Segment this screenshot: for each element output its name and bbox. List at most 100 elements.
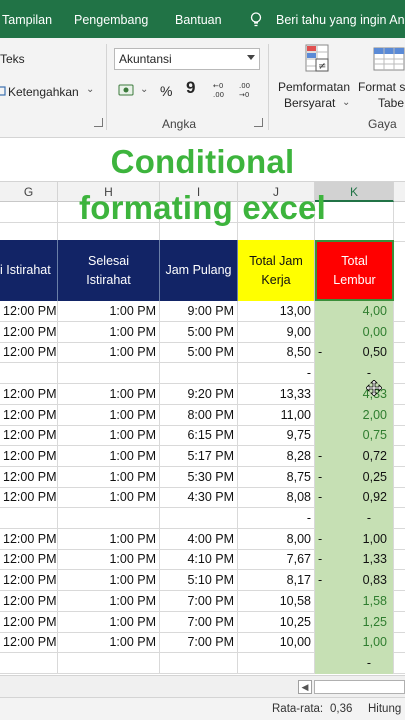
cell-jam-pulang[interactable]: 4:30 PM — [160, 487, 238, 509]
cell-total-lembur[interactable]: - — [315, 363, 394, 385]
cell-mulai-istirahat[interactable]: 12:00 PM — [0, 528, 58, 550]
cell-selesai-istirahat[interactable] — [58, 508, 160, 529]
cell-selesai-istirahat[interactable]: 1:00 PM — [58, 445, 160, 467]
cell-selesai-istirahat[interactable]: 1:00 PM — [58, 383, 160, 405]
format-as-table-label[interactable]: Format s — [358, 80, 405, 94]
cell-jam-pulang[interactable]: 7:00 PM — [160, 632, 238, 654]
header-total-lembur[interactable]: Total Lembur — [315, 240, 394, 301]
header-selesai-istirahat[interactable]: Selesai Istirahat — [58, 240, 160, 301]
horizontal-scrollbar[interactable] — [314, 680, 405, 694]
cell-total-lembur[interactable]: 1,58 — [315, 590, 394, 612]
merge-dropdown-icon[interactable]: ⌄ — [86, 84, 94, 95]
wrap-text-button[interactable]: Teks — [0, 52, 25, 66]
format-as-table-label-2[interactable]: Tabe — [378, 96, 404, 110]
cell-mulai-istirahat[interactable]: 12:00 PM — [0, 321, 58, 343]
cell-total-lembur[interactable]: - 0,50 — [315, 342, 394, 364]
cell-selesai-istirahat[interactable]: 1:00 PM — [58, 611, 160, 633]
format-as-table-icon[interactable] — [372, 46, 405, 74]
cell-jam-pulang[interactable]: 5:00 PM — [160, 342, 238, 364]
cell-selesai-istirahat[interactable]: 1:00 PM — [58, 590, 160, 612]
alignment-launcher-icon[interactable] — [94, 118, 103, 127]
cell-total-lembur[interactable]: 1,00 — [315, 632, 394, 654]
cell-jam-pulang[interactable]: 4:10 PM — [160, 549, 238, 571]
conditional-formatting-label[interactable]: Pemformatan — [278, 80, 350, 94]
cell-jam-pulang[interactable]: 7:00 PM — [160, 590, 238, 612]
cell-mulai-istirahat[interactable]: 12:00 PM — [0, 404, 58, 426]
cell-total-lembur[interactable]: - 1,33 — [315, 549, 394, 571]
scroll-left-icon[interactable]: ◀ — [298, 680, 312, 694]
cell-total-lembur[interactable]: - 0,92 — [315, 487, 394, 509]
cell-total-lembur[interactable]: 4,00 — [315, 301, 394, 322]
cell-selesai-istirahat[interactable]: 1:00 PM — [58, 466, 160, 488]
cell-total-jam-kerja[interactable]: 8,50 — [238, 342, 315, 364]
cell-mulai-istirahat[interactable]: 12:00 PM — [0, 570, 58, 592]
worksheet-grid[interactable]: i Istirahat Selesai Istirahat Jam Pulang… — [0, 202, 405, 675]
cell-total-jam-kerja[interactable]: 7,67 — [238, 549, 315, 571]
cell-mulai-istirahat[interactable]: 12:00 PM — [0, 342, 58, 364]
conditional-formatting-icon[interactable]: ≠ — [302, 43, 332, 75]
cell-jam-pulang[interactable]: 5:10 PM — [160, 570, 238, 592]
cell-jam-pulang[interactable]: 8:00 PM — [160, 404, 238, 426]
cell-selesai-istirahat[interactable] — [58, 652, 160, 674]
cell-total-jam-kerja[interactable]: - — [238, 363, 315, 385]
cell-mulai-istirahat[interactable]: 12:00 PM — [0, 301, 58, 322]
cell-jam-pulang[interactable]: 4:00 PM — [160, 528, 238, 550]
cell-jam-pulang[interactable]: 9:20 PM — [160, 383, 238, 405]
cell-jam-pulang[interactable] — [160, 363, 238, 385]
cell-selesai-istirahat[interactable]: 1:00 PM — [58, 342, 160, 364]
cell-total-lembur[interactable]: - — [315, 652, 394, 674]
cell-total-jam-kerja[interactable]: 10,58 — [238, 590, 315, 612]
cell-total-lembur[interactable]: 0,75 — [315, 425, 394, 447]
cell-jam-pulang[interactable] — [160, 652, 238, 674]
cell-total-jam-kerja[interactable]: 11,00 — [238, 404, 315, 426]
cell-total-lembur[interactable]: - 0,25 — [315, 466, 394, 488]
cell-mulai-istirahat[interactable]: 12:00 PM — [0, 632, 58, 654]
cell-selesai-istirahat[interactable]: 1:00 PM — [58, 632, 160, 654]
cell-mulai-istirahat[interactable]: 12:00 PM — [0, 611, 58, 633]
cell-total-jam-kerja[interactable]: 13,33 — [238, 383, 315, 405]
tab-tampilan[interactable]: Tampilan — [2, 13, 52, 27]
merge-center-button[interactable]: Ketengahkan — [8, 85, 79, 99]
cell-mulai-istirahat[interactable]: 12:00 PM — [0, 425, 58, 447]
cell-selesai-istirahat[interactable]: 1:00 PM — [58, 487, 160, 509]
decrease-decimal-icon[interactable]: .00 →0 — [238, 80, 258, 100]
cell-total-jam-kerja[interactable] — [238, 652, 315, 674]
cell-jam-pulang[interactable]: 5:30 PM — [160, 466, 238, 488]
percent-button[interactable]: % — [160, 83, 172, 99]
header-jam-pulang[interactable]: Jam Pulang — [160, 240, 238, 301]
cell-mulai-istirahat[interactable] — [0, 363, 58, 385]
currency-icon[interactable] — [118, 82, 136, 98]
cell-total-jam-kerja[interactable]: 8,75 — [238, 466, 315, 488]
number-launcher-icon[interactable] — [254, 118, 263, 127]
cell-total-jam-kerja[interactable]: 8,00 — [238, 528, 315, 550]
cell-selesai-istirahat[interactable]: 1:00 PM — [58, 570, 160, 592]
cell-total-jam-kerja[interactable]: 9,75 — [238, 425, 315, 447]
conditional-formatting-label-2[interactable]: Bersyarat — [284, 96, 335, 110]
cell-total-lembur[interactable]: - 0,83 — [315, 570, 394, 592]
cell-mulai-istirahat[interactable]: 12:00 PM — [0, 487, 58, 509]
header-total-jam-kerja[interactable]: Total Jam Kerja — [238, 240, 315, 301]
comma-style-button[interactable]: 9 — [186, 78, 195, 98]
cell-jam-pulang[interactable]: 9:00 PM — [160, 301, 238, 322]
cell-jam-pulang[interactable] — [160, 508, 238, 529]
cell-total-lembur[interactable]: 4,33 — [315, 383, 394, 405]
cell-total-jam-kerja[interactable]: - — [238, 508, 315, 529]
cell-mulai-istirahat[interactable]: 12:00 PM — [0, 383, 58, 405]
cell-jam-pulang[interactable]: 5:17 PM — [160, 445, 238, 467]
cell-total-lembur[interactable]: - — [315, 508, 394, 529]
cell-total-jam-kerja[interactable]: 13,00 — [238, 301, 315, 322]
cell-total-lembur[interactable]: - 0,72 — [315, 445, 394, 467]
tab-bantuan[interactable]: Bantuan — [175, 13, 222, 27]
cell-mulai-istirahat[interactable]: 12:00 PM — [0, 549, 58, 571]
cell-total-jam-kerja[interactable]: 8,08 — [238, 487, 315, 509]
cell-mulai-istirahat[interactable] — [0, 508, 58, 529]
cell-mulai-istirahat[interactable]: 12:00 PM — [0, 466, 58, 488]
increase-decimal-icon[interactable]: ←0 .00 — [212, 80, 232, 100]
cell-selesai-istirahat[interactable]: 1:00 PM — [58, 425, 160, 447]
cell-jam-pulang[interactable]: 5:00 PM — [160, 321, 238, 343]
cell-jam-pulang[interactable]: 7:00 PM — [160, 611, 238, 633]
cell-selesai-istirahat[interactable]: 1:00 PM — [58, 301, 160, 322]
conditional-formatting-dropdown-icon[interactable]: ⌄ — [342, 97, 350, 108]
cell-total-jam-kerja[interactable]: 10,00 — [238, 632, 315, 654]
cell-selesai-istirahat[interactable]: 1:00 PM — [58, 404, 160, 426]
